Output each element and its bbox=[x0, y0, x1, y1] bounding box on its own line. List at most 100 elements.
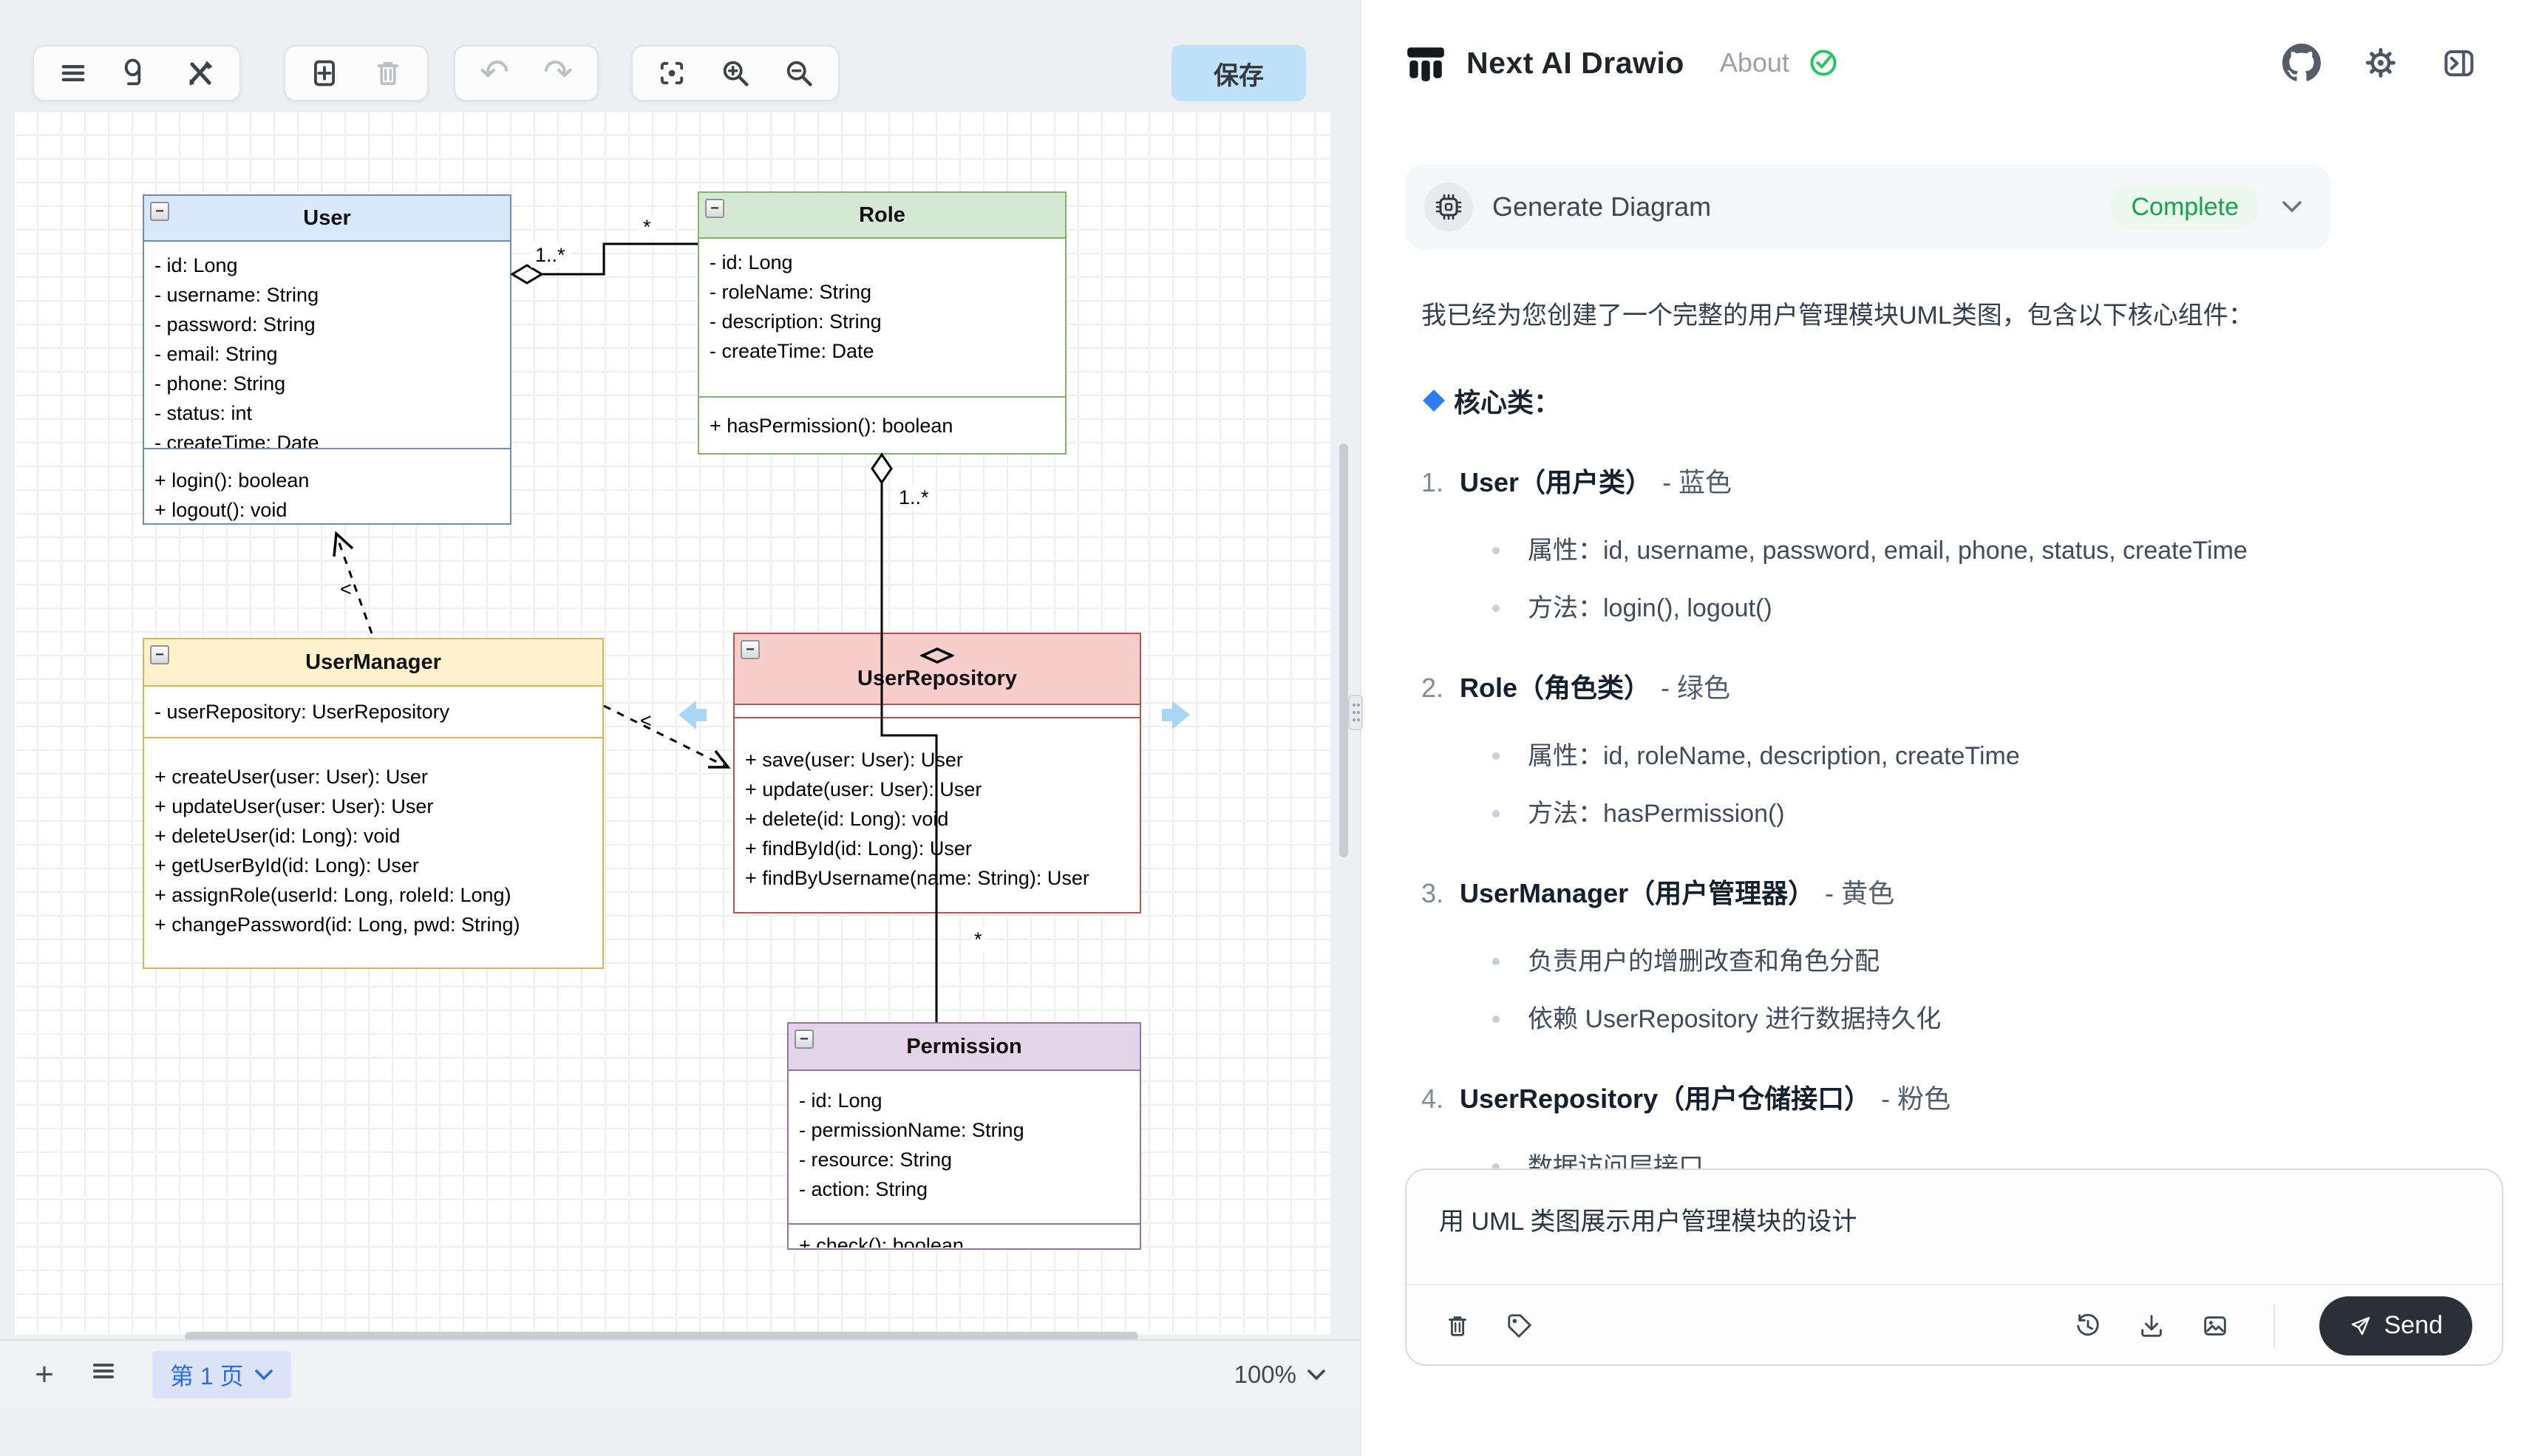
page-tab[interactable]: 第 1 页 bbox=[152, 1351, 291, 1398]
edge-usermanager-userrepository[interactable] bbox=[604, 706, 728, 767]
class-userrepository[interactable]: − UserRepository + save(user: User): Use… bbox=[733, 633, 1141, 914]
list-item-userrepository: 4. UserRepository（用户仓储接口） - 粉色 数据访问层接口 bbox=[1421, 1078, 2492, 1168]
class-user-header[interactable]: − User bbox=[144, 196, 510, 240]
class-attribute: - createTime: Date bbox=[710, 336, 1065, 366]
github-button[interactable] bbox=[2282, 44, 2321, 82]
edit-tools-button[interactable] bbox=[171, 50, 229, 97]
hover-arrow-left-icon[interactable] bbox=[678, 701, 707, 729]
item-name: UserRepository（用户仓储接口） bbox=[1460, 1078, 1871, 1116]
class-userrepository-header[interactable]: − UserRepository bbox=[735, 634, 1140, 704]
clear-chat-button[interactable] bbox=[1443, 1312, 1472, 1340]
zoom-out-button[interactable] bbox=[770, 50, 828, 97]
trash-icon bbox=[372, 57, 404, 89]
delete-button[interactable] bbox=[359, 50, 417, 97]
blue-diamond-icon bbox=[1421, 388, 1446, 413]
toolbar-group-main bbox=[33, 45, 241, 101]
zoom-level-control[interactable]: 100% bbox=[1234, 1361, 1326, 1389]
add-frame-button[interactable] bbox=[296, 50, 353, 97]
fit-view-button[interactable] bbox=[643, 50, 701, 97]
undo-button[interactable]: ↶ bbox=[466, 50, 523, 97]
item-number: 3. bbox=[1421, 878, 1460, 909]
class-attribute: - username: String bbox=[154, 280, 510, 310]
bullet-dot bbox=[1492, 1163, 1500, 1168]
chevron-down-icon bbox=[254, 1368, 273, 1381]
collapse-panel-button[interactable] bbox=[2441, 44, 2477, 81]
redo-button[interactable]: ↷ bbox=[529, 50, 587, 97]
class-method: + createUser(user: User): User bbox=[154, 762, 602, 792]
download-icon bbox=[2137, 1312, 2166, 1340]
chat-input-toolbar: Send bbox=[1407, 1284, 2502, 1366]
class-permission-header[interactable]: − Permission bbox=[789, 1024, 1140, 1069]
bullet-dot bbox=[1492, 605, 1500, 612]
class-attribute: - permissionName: String bbox=[799, 1115, 1140, 1145]
collapse-icon[interactable]: − bbox=[150, 202, 169, 221]
toolbar-group-zoom bbox=[631, 45, 840, 101]
shapes-icon bbox=[120, 57, 153, 89]
bullet-item: 属性：id, username, password, email, phone,… bbox=[1421, 534, 2492, 568]
zoom-in-button[interactable] bbox=[707, 50, 764, 97]
class-title: UserRepository bbox=[857, 667, 1017, 691]
class-permission[interactable]: − Permission - id: Long- permissionName:… bbox=[787, 1022, 1141, 1250]
class-attribute: - id: Long bbox=[799, 1086, 1140, 1115]
download-button[interactable] bbox=[2137, 1312, 2166, 1340]
class-method: + deleteUser(id: Long): void bbox=[154, 821, 602, 851]
class-attribute: - userRepository: UserRepository bbox=[154, 697, 602, 727]
class-method: + getUserById(id: Long): User bbox=[154, 851, 602, 880]
class-role[interactable]: − Role - id: Long- roleName: String- des… bbox=[698, 191, 1067, 455]
chip-icon bbox=[1434, 192, 1463, 222]
about-link[interactable]: About bbox=[1720, 47, 1789, 78]
page-list-button[interactable] bbox=[74, 1356, 133, 1394]
export-image-button[interactable] bbox=[2201, 1312, 2229, 1340]
class-user-attributes: - id: Long- username: String- password: … bbox=[144, 240, 510, 448]
send-button[interactable]: Send bbox=[2319, 1296, 2472, 1355]
class-method: + save(user: User): User bbox=[745, 745, 1140, 775]
chat-input[interactable]: 用 UML 类图展示用户管理模块的设计 bbox=[1407, 1170, 2502, 1237]
shapes-button[interactable] bbox=[108, 50, 166, 97]
edit-tools-icon bbox=[184, 57, 217, 89]
generate-diagram-card[interactable]: Generate Diagram Complete bbox=[1405, 164, 2330, 250]
vertical-scrollbar[interactable] bbox=[1339, 443, 1348, 857]
label-tool-button[interactable] bbox=[1506, 1312, 1534, 1340]
edge-label: < bbox=[336, 576, 356, 602]
menu-button[interactable] bbox=[44, 50, 102, 97]
trash-icon bbox=[1443, 1312, 1472, 1340]
class-attribute: - createTime: Date bbox=[154, 428, 510, 448]
expand-task-button[interactable] bbox=[2280, 199, 2304, 215]
item-name: User（用户类） bbox=[1460, 461, 1652, 500]
add-page-button[interactable]: + bbox=[15, 1356, 74, 1393]
panel-resize-handle[interactable] bbox=[1348, 695, 1363, 730]
task-label: Generate Diagram bbox=[1492, 191, 1711, 222]
bullet-dot bbox=[1492, 547, 1500, 554]
class-permission-methods: + check(): boolean bbox=[789, 1223, 1140, 1248]
class-userrepository-attributes bbox=[735, 704, 1140, 717]
bullet-item: 数据访问层接口 bbox=[1421, 1150, 2492, 1168]
class-attribute: - status: int bbox=[154, 398, 510, 428]
class-method: + logout(): void bbox=[154, 495, 510, 522]
class-permission-attributes: - id: Long- permissionName: String- reso… bbox=[789, 1069, 1140, 1223]
history-button[interactable] bbox=[2074, 1312, 2102, 1340]
save-button[interactable]: 保存 bbox=[1171, 45, 1306, 101]
settings-button[interactable] bbox=[2362, 44, 2399, 81]
class-role-header[interactable]: − Role bbox=[699, 193, 1065, 237]
class-usermanager-header[interactable]: − UserManager bbox=[144, 639, 602, 685]
page-bar: + 第 1 页 100% bbox=[0, 1339, 1360, 1409]
diagram-editor-panel: − User - id: Long- username: String- pas… bbox=[0, 0, 1360, 1456]
hover-arrow-right-icon[interactable] bbox=[1162, 701, 1190, 729]
class-userrepository-methods: + save(user: User): User+ update(user: U… bbox=[735, 717, 1140, 911]
list-item-role: 2. Role（角色类） - 绿色 属性：id, roleName, descr… bbox=[1421, 667, 2492, 831]
class-usermanager[interactable]: − UserManager - userRepository: UserRepo… bbox=[143, 638, 604, 969]
class-method: + findById(id: Long): User bbox=[745, 834, 1140, 863]
collapse-icon[interactable]: − bbox=[741, 640, 760, 659]
chat-messages[interactable]: 我已经为您创建了一个完整的用户管理模块UML类图，包含以下核心组件： 核心类： … bbox=[1361, 260, 2544, 1168]
item-color-note: - 粉色 bbox=[1881, 1078, 1950, 1116]
collapse-icon[interactable]: − bbox=[150, 645, 169, 664]
collapse-icon[interactable]: − bbox=[795, 1030, 814, 1049]
class-role-methods: + hasPermission(): boolean bbox=[699, 396, 1065, 452]
collapse-icon[interactable]: − bbox=[705, 199, 724, 218]
class-title: UserManager bbox=[305, 650, 441, 675]
class-user[interactable]: − User - id: Long- username: String- pas… bbox=[143, 194, 511, 525]
class-role-attributes: - id: Long- roleName: String- descriptio… bbox=[699, 237, 1065, 396]
class-method: + hasPermission(): boolean bbox=[710, 411, 1065, 440]
diagram-canvas[interactable]: − User - id: Long- username: String- pas… bbox=[13, 111, 1330, 1335]
bullet-dot bbox=[1492, 1016, 1500, 1023]
